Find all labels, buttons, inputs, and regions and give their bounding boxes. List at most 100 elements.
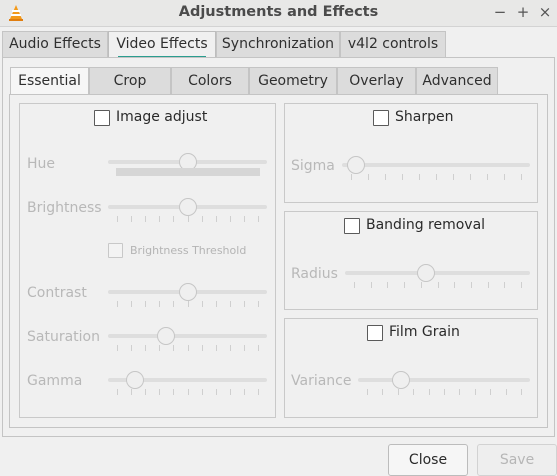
saturation-slider[interactable]: [108, 327, 267, 345]
slider-tick: [244, 345, 245, 351]
hue-color-bar: [116, 168, 260, 176]
tab-geometry[interactable]: Geometry: [249, 67, 337, 94]
slider-tick: [131, 216, 132, 222]
slider-tick: [131, 301, 132, 307]
slider-tick: [421, 282, 422, 288]
brightness-slider[interactable]: [108, 198, 267, 216]
slider-tick: [258, 389, 259, 395]
slider-tick: [131, 345, 132, 351]
slider-tick: [202, 216, 203, 222]
tab-v4l2-controls[interactable]: v4l2 controls: [340, 31, 446, 58]
banding-removal-checkbox[interactable]: [344, 218, 360, 234]
slider-tick: [244, 301, 245, 307]
tab-overlay[interactable]: Overlay: [337, 67, 416, 94]
slider-tick: [398, 389, 399, 395]
brightness-threshold-label: Brightness Threshold: [130, 244, 247, 257]
slider-tick: [385, 174, 386, 180]
slider-tick: [117, 301, 118, 307]
slider-tick: [354, 282, 355, 288]
slider-tick: [429, 389, 430, 395]
radius-label: Radius: [291, 266, 338, 282]
slider-tick: [117, 389, 118, 395]
radius-slider-handle[interactable]: [416, 264, 435, 282]
slider-tick: [436, 174, 437, 180]
sigma-slider[interactable]: [342, 156, 530, 174]
slider-tick: [145, 216, 146, 222]
minimize-button[interactable]: −: [491, 3, 509, 21]
slider-tick: [368, 174, 369, 180]
hue-label: Hue: [27, 156, 56, 172]
slider-tick: [159, 389, 160, 395]
slider-tick: [131, 389, 132, 395]
variance-slider-handle[interactable]: [391, 371, 410, 389]
slider-tick: [244, 216, 245, 222]
tab-synchronization[interactable]: Synchronization: [216, 31, 340, 58]
slider-tick: [202, 301, 203, 307]
slider-tick: [188, 389, 189, 395]
slider-tick: [387, 282, 388, 288]
close-button[interactable]: Close: [388, 444, 468, 476]
slider-tick: [202, 389, 203, 395]
slider-tick: [488, 282, 489, 288]
slider-tick: [487, 174, 488, 180]
slider-tick: [402, 174, 403, 180]
sigma-slider-handle[interactable]: [347, 156, 366, 174]
tab-colors[interactable]: Colors: [171, 67, 249, 94]
tab-video-effects[interactable]: Video Effects: [108, 31, 216, 59]
slider-tick: [504, 282, 505, 288]
variance-ticks: [358, 389, 530, 395]
contrast-slider-handle[interactable]: [178, 283, 197, 301]
tab-advanced[interactable]: Advanced: [416, 67, 498, 94]
slider-tick: [438, 282, 439, 288]
brightness-threshold-checkbox[interactable]: [108, 243, 123, 258]
variance-label: Variance: [291, 373, 352, 389]
image-adjust-label: Image adjust: [116, 109, 208, 125]
slider-tick: [506, 389, 507, 395]
slider-tick: [453, 174, 454, 180]
slider-tick: [202, 345, 203, 351]
image-adjust-checkbox[interactable]: [94, 110, 110, 126]
radius-slider[interactable]: [345, 264, 530, 282]
film-grain-checkbox[interactable]: [367, 325, 383, 341]
slider-tick: [382, 389, 383, 395]
contrast-label: Contrast: [27, 285, 87, 301]
slider-tick: [173, 345, 174, 351]
brightness-ticks: [108, 216, 267, 222]
slider-tick: [188, 216, 189, 222]
slider-tick: [371, 282, 372, 288]
slider-tick: [145, 301, 146, 307]
slider-tick: [216, 345, 217, 351]
tab-crop[interactable]: Crop: [89, 67, 171, 94]
brightness-slider-handle[interactable]: [178, 198, 197, 216]
sharpen-checkbox[interactable]: [373, 110, 389, 126]
sigma-label: Sigma: [291, 158, 335, 174]
slider-tick: [471, 282, 472, 288]
title-bar: Adjustments and Effects − + ×: [0, 0, 557, 27]
image-adjust-group: [19, 103, 276, 418]
slider-tick: [444, 389, 445, 395]
slider-tick: [216, 389, 217, 395]
slider-tick: [159, 345, 160, 351]
slider-tick: [117, 345, 118, 351]
hue-slider[interactable]: [108, 153, 267, 171]
slider-tick: [413, 389, 414, 395]
slider-tick: [351, 174, 352, 180]
slider-tick: [230, 216, 231, 222]
tab-audio-effects[interactable]: Audio Effects: [2, 31, 108, 58]
slider-tick: [117, 216, 118, 222]
maximize-button[interactable]: +: [514, 3, 532, 21]
radius-ticks: [345, 282, 530, 288]
slider-tick: [490, 389, 491, 395]
tab-essential[interactable]: Essential: [10, 67, 89, 95]
slider-tick: [159, 216, 160, 222]
close-window-button[interactable]: ×: [536, 3, 554, 21]
slider-tick: [159, 301, 160, 307]
slider-tick: [188, 345, 189, 351]
window-title: Adjustments and Effects: [178, 4, 379, 20]
gamma-slider[interactable]: [108, 371, 267, 389]
sigma-ticks: [342, 174, 530, 180]
saturation-ticks: [108, 345, 267, 351]
variance-slider[interactable]: [358, 371, 530, 389]
save-button[interactable]: Save: [477, 444, 557, 476]
contrast-slider[interactable]: [108, 283, 267, 301]
